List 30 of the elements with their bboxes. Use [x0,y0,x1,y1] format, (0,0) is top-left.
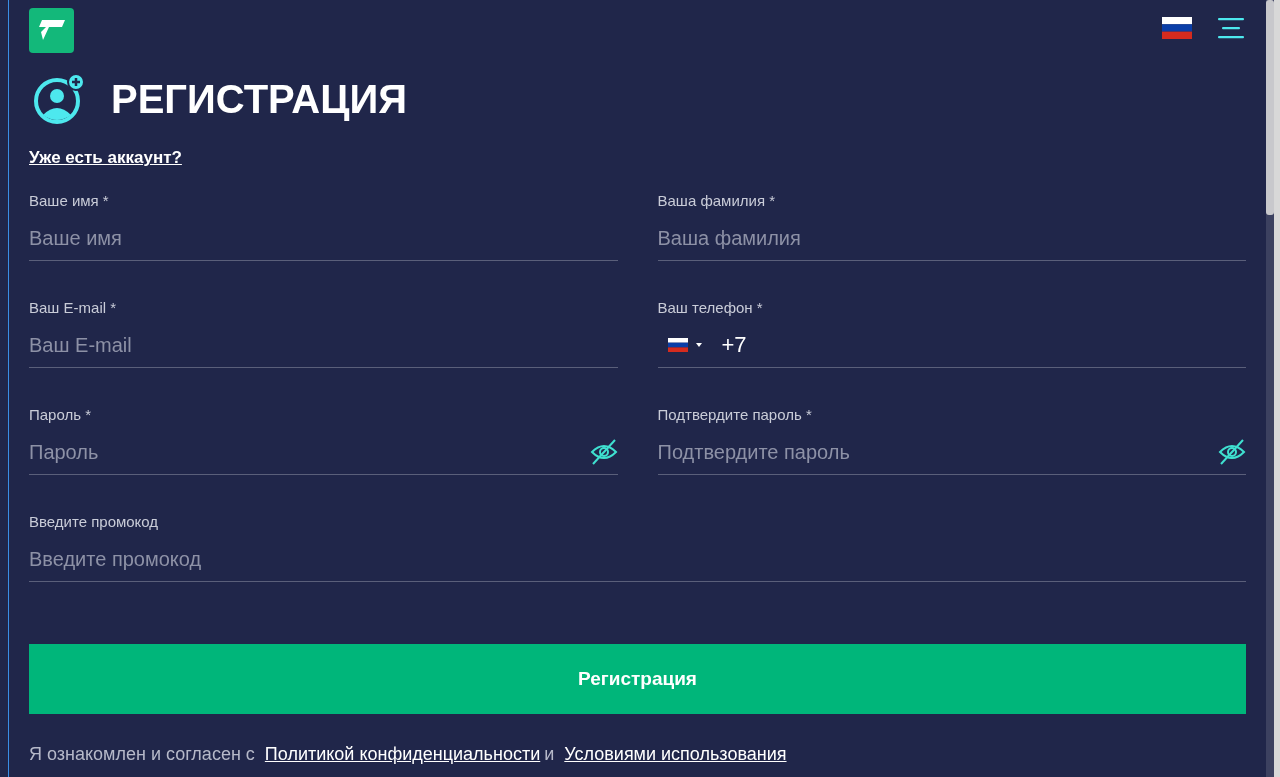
field-label: Ваша фамилия * [657,192,776,211]
terms-link[interactable]: Условиями использования [564,744,787,765]
eye-slash-icon[interactable] [1218,438,1246,466]
page-title: РЕГИСТРАЦИЯ [111,76,407,122]
field-label: Ваш телефон * [657,299,763,318]
menu-icon[interactable] [1218,17,1244,39]
caret-icon[interactable] [695,343,702,347]
terms-text: Я ознакомлен и согласен с [29,744,255,765]
scroll-thumb[interactable] [1266,0,1274,215]
input-field[interactable]: Ваше имя [29,226,618,250]
field-label: Введите промокод [29,513,159,532]
password-field[interactable]: Подтвердите пароль [657,440,1210,464]
flag-icon[interactable] [1162,17,1192,39]
input-field[interactable]: Введите промокод [29,547,1246,571]
field-label: Ваше имя * [29,192,109,211]
flag-icon[interactable] [667,338,688,352]
password-field[interactable]: Пароль [29,440,582,464]
add-user-icon [33,73,85,125]
input-field[interactable]: Ваш E-mail [29,333,618,357]
privacy-link[interactable]: Политикой конфиденциальности [264,744,541,765]
input-field[interactable]: Ваша фамилия [657,226,1246,250]
field-label: Пароль * [29,406,92,425]
phone-field[interactable]: +7 [721,332,1246,358]
terms-text: и [544,744,555,765]
scrollbar[interactable] [1266,0,1274,777]
login-link[interactable]: Уже есть аккаунт? [29,148,182,168]
field-label: Подтвердите пароль * [657,406,812,425]
field-label: Ваш E-mail * [29,299,117,318]
eye-slash-icon[interactable] [589,438,618,466]
logo-icon[interactable] [29,8,74,53]
